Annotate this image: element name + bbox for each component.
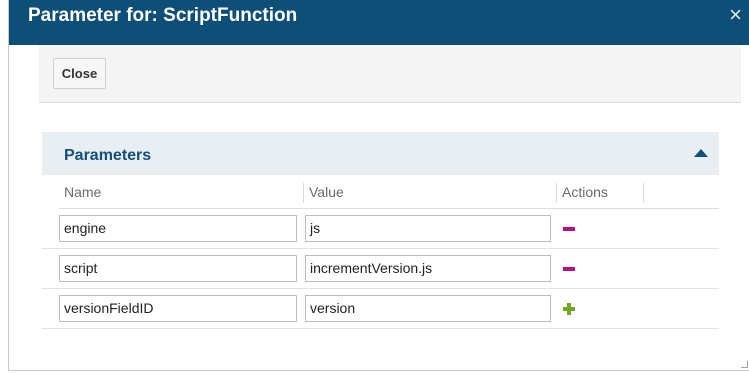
dialog-title: Parameter for: ScriptFunction [28,5,298,26]
table-row: engine js [42,209,719,249]
remove-icon[interactable] [563,267,575,271]
parameter-name-field[interactable]: engine [59,215,297,242]
parameter-dialog: Parameter for: ScriptFunction × Close Pa… [8,0,749,371]
parameter-value-field[interactable]: incrementVersion.js [305,255,551,282]
parameters-table-header: Name Value Actions [42,177,719,209]
dialog-toolbar: Close [39,45,741,103]
column-header-name: Name [64,184,102,200]
table-row: script incrementVersion.js [42,249,719,289]
parameters-panel-header[interactable]: Parameters [42,132,719,175]
parameter-name-field[interactable]: versionFieldID [59,295,297,322]
close-button[interactable]: Close [53,58,106,89]
triangle-up-icon[interactable] [694,149,708,157]
remove-icon[interactable] [563,227,575,231]
table-row: versionFieldID version [42,289,719,329]
resize-grip-icon[interactable] [741,361,748,368]
parameter-name-field[interactable]: script [59,255,297,282]
dialog-title-bar: Parameter for: ScriptFunction × [9,0,749,45]
column-header-actions: Actions [556,183,644,203]
add-icon[interactable] [563,303,575,315]
column-header-value: Value [303,183,344,203]
parameter-value-field[interactable]: version [305,295,551,322]
parameter-value-field[interactable]: js [305,215,551,242]
parameters-panel-title: Parameters [64,147,152,164]
close-icon[interactable]: × [729,2,742,28]
